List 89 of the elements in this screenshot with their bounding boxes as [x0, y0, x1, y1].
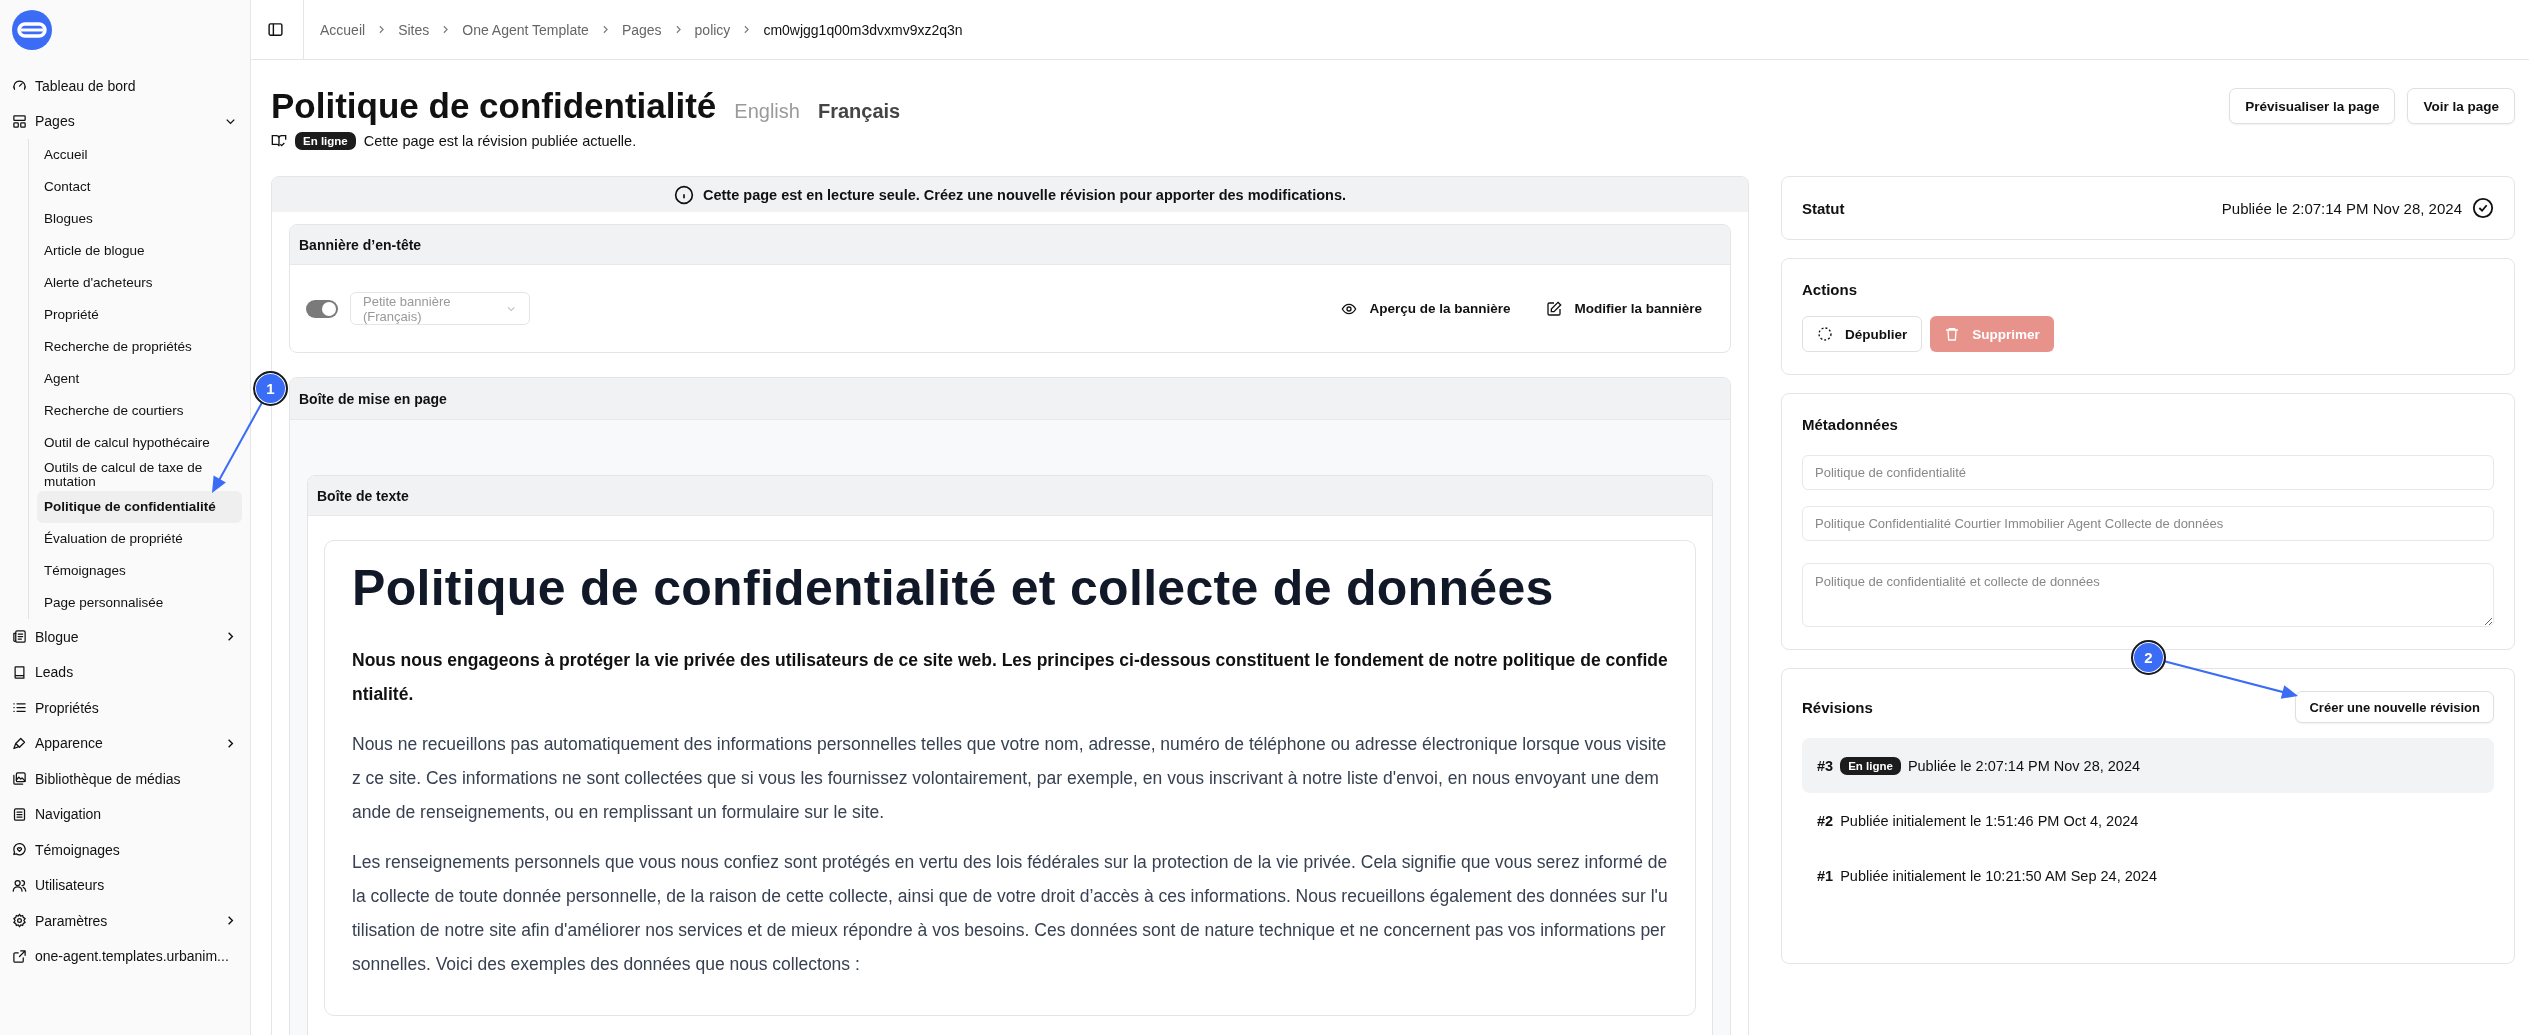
input-field[interactable]: Politique de confidentialité	[1802, 455, 2494, 490]
edit-icon	[1546, 300, 1563, 317]
sidebar-subitem[interactable]: Blogues	[37, 203, 242, 235]
sidebar-item[interactable]: Bibliothèque de médias	[8, 761, 242, 797]
language-tab[interactable]: Français	[817, 100, 901, 123]
sidebar-item[interactable]: Paramètres	[8, 903, 242, 939]
sidebar-item[interactable]: Utilisateurs	[8, 867, 242, 903]
header-button[interactable]: Prévisualiser la page	[2229, 88, 2396, 124]
gear-icon	[12, 913, 27, 929]
brush-icon	[12, 735, 27, 751]
sidebar-subitem[interactable]: Politique de confidentialité	[37, 491, 242, 523]
sidebar-subitem[interactable]: Agent	[37, 363, 242, 395]
info-icon	[674, 184, 694, 205]
banner-action-button[interactable]: Modifier la bannière	[1534, 292, 1714, 325]
users-icon	[12, 877, 27, 893]
sidebar-subitem[interactable]: Accueil	[37, 139, 242, 171]
status-badge: En ligne	[1840, 756, 1901, 775]
sidebar-item[interactable]: Apparence	[8, 725, 242, 761]
sidebar-item[interactable]: Témoignages	[8, 832, 242, 868]
sidebar-toggle-icon[interactable]	[267, 21, 284, 38]
check-circle-icon	[2472, 197, 2494, 219]
status-note: Cette page est la révision publiée actuelle.	[363, 133, 637, 149]
book-icon	[12, 664, 27, 680]
document-paragraph: Nous ne recueillons pas automatiquement des informations personnelles telles que votre nom, adresse, numéro de téléphone ou adresse électronique lorsque vous visitez ce site. Ces informations ne sont collectées que si vous les fournissez volontairement, par exemple, en vous inscrivant à notre liste d'envoi, en nous envoyant une demande de renseignements, ou en remplissant un formulaire sur le site.	[352, 733, 1668, 824]
sidebar-item[interactable]: Pages	[8, 103, 242, 139]
sidebar-subitem[interactable]: Outils de calcul de taxe de mutation	[37, 459, 242, 491]
breadcrumb-link[interactable]: Pages	[621, 21, 662, 38]
revision-text: Publiée initialement le 10:21:50 AM Sep 24, 2024	[1840, 867, 2157, 884]
image-icon	[12, 771, 27, 787]
layout-icon	[12, 113, 27, 129]
create-revision-button[interactable]: Créer une nouvelle révision	[2295, 691, 2494, 723]
sidebar-subitem[interactable]: Alerte d'acheteurs	[37, 267, 242, 299]
card-title: Statut	[1802, 199, 1845, 217]
document-paragraph: Les renseignements personnels que vous nous confiez sont protégés en vertu des lois fédérales sur la protection de la vie privée. Cela signifie que vous serez informé de la collecte de toute donnée personnelle, de la raison de cette collecte, ainsi que de votre droit d’accès à ces informations. Nous recueillons également des données sur l'utilisation de notre site afin d'améliorer nos services et de mieux répondre à vos besoins. Ces données sont de nature technique et ne concernent pas vos informations personnelles. Voici des exemples des données que nous collectons :	[352, 851, 1668, 976]
revision-text: Publiée initialement le 1:51:46 PM Oct 4, 2024	[1840, 812, 2139, 829]
sidebar-item[interactable]: Blogue	[8, 619, 242, 655]
revision-item[interactable]: #2 Publiée initialement le 1:51:46 PM Oct 4, 2024	[1802, 793, 2494, 848]
card-header: Boîte de mise en page	[290, 378, 1730, 420]
status-value: Publiée le 2:07:14 PM Nov 28, 2024	[2221, 199, 2462, 217]
header-button[interactable]: Voir la page	[2407, 88, 2515, 124]
sidebar-subitem[interactable]: Recherche de courtiers	[37, 395, 242, 427]
document-heading: Politique de confidentialité et collecte de données	[352, 559, 1555, 617]
revision-number: #3	[1817, 757, 1834, 774]
document-lead: Nous nous engageons à protéger la vie privée des utilisateurs de ce site web. Les principes ci-dessous constituent le fondement de notre politique de confidentialité.	[352, 649, 1668, 706]
revision-number: #2	[1817, 812, 1834, 829]
revision-text: Publiée le 2:07:14 PM Nov 28, 2024	[1907, 757, 2141, 774]
card-title: Révisions	[1802, 698, 1873, 716]
status-badge: En ligne	[295, 132, 356, 150]
notice-text: Cette page est en lecture seule. Créez une nouvelle révision pour apporter des modifications.	[703, 186, 1346, 203]
description-field[interactable]: Politique de confidentialité et collecte de données	[1802, 563, 2494, 627]
page-title: Politique de confidentialité	[271, 86, 717, 126]
sidebar-subitem[interactable]: Évaluation de propriété	[37, 523, 242, 555]
trash-icon	[1944, 326, 1961, 342]
sidebar-item[interactable]: Tableau de bord	[8, 68, 242, 104]
sidebar-item[interactable]: Leads	[8, 654, 242, 690]
document-icon	[12, 806, 27, 822]
sidebar-item[interactable]: Navigation	[8, 796, 242, 832]
revision-item[interactable]: #3 En ligne Publiée le 2:07:14 PM Nov 28, 2024	[1802, 738, 2494, 793]
sidebar-subitem[interactable]: Page personnalisée	[37, 587, 242, 619]
breadcrumb-link[interactable]: Sites	[398, 21, 430, 38]
sidebar-subitem[interactable]: Outil de calcul hypothécaire	[37, 427, 242, 459]
chat-icon	[12, 842, 27, 858]
breadcrumb-link[interactable]: Accueil	[320, 21, 366, 38]
breadcrumb-link[interactable]: policy	[694, 21, 731, 38]
sidebar-subitem[interactable]: Recherche de propriétés	[37, 331, 242, 363]
revision-item[interactable]: #1 Publiée initialement le 10:21:50 AM Sep 24, 2024	[1802, 848, 2494, 903]
card-title: Actions	[1802, 281, 1858, 298]
dashed-circle-icon	[1817, 326, 1833, 342]
annotation-marker: 2	[2131, 640, 2166, 675]
sidebar-item[interactable]: Propriétés	[8, 690, 242, 726]
banner-action-button[interactable]: Aperçu de la bannière	[1329, 292, 1523, 325]
card-title: Métadonnées	[1802, 416, 1899, 433]
unpublish-button[interactable]: Dépublier	[1802, 316, 1923, 352]
revision-number: #1	[1817, 867, 1834, 884]
sidebar-subitem[interactable]: Article de blogue	[37, 235, 242, 267]
toggle-switch[interactable]	[306, 299, 338, 318]
breadcrumb-link[interactable]: cm0wjgg1q00m3dvxmv9xz2q3n	[763, 21, 963, 38]
card-header: Bannière d’en-tête	[290, 225, 1730, 265]
breadcrumb-link[interactable]: One Agent Template	[462, 21, 589, 38]
logo-icon	[12, 10, 52, 50]
newspaper-icon	[12, 629, 27, 645]
external-icon	[12, 948, 27, 964]
book-check-icon	[271, 133, 287, 149]
sidebar-subitem[interactable]: Contact	[37, 171, 242, 203]
sidebar-item[interactable]: one-agent.templates.urbanim...	[8, 938, 242, 974]
sidebar-subitem[interactable]: Propriété	[37, 299, 242, 331]
sidebar-subitem[interactable]: Témoignages	[37, 555, 242, 587]
input-field[interactable]: Politique Confidentialité Courtier Immobilier Agent Collecte de données	[1802, 506, 2494, 541]
card-header: Boîte de texte	[308, 476, 1712, 516]
